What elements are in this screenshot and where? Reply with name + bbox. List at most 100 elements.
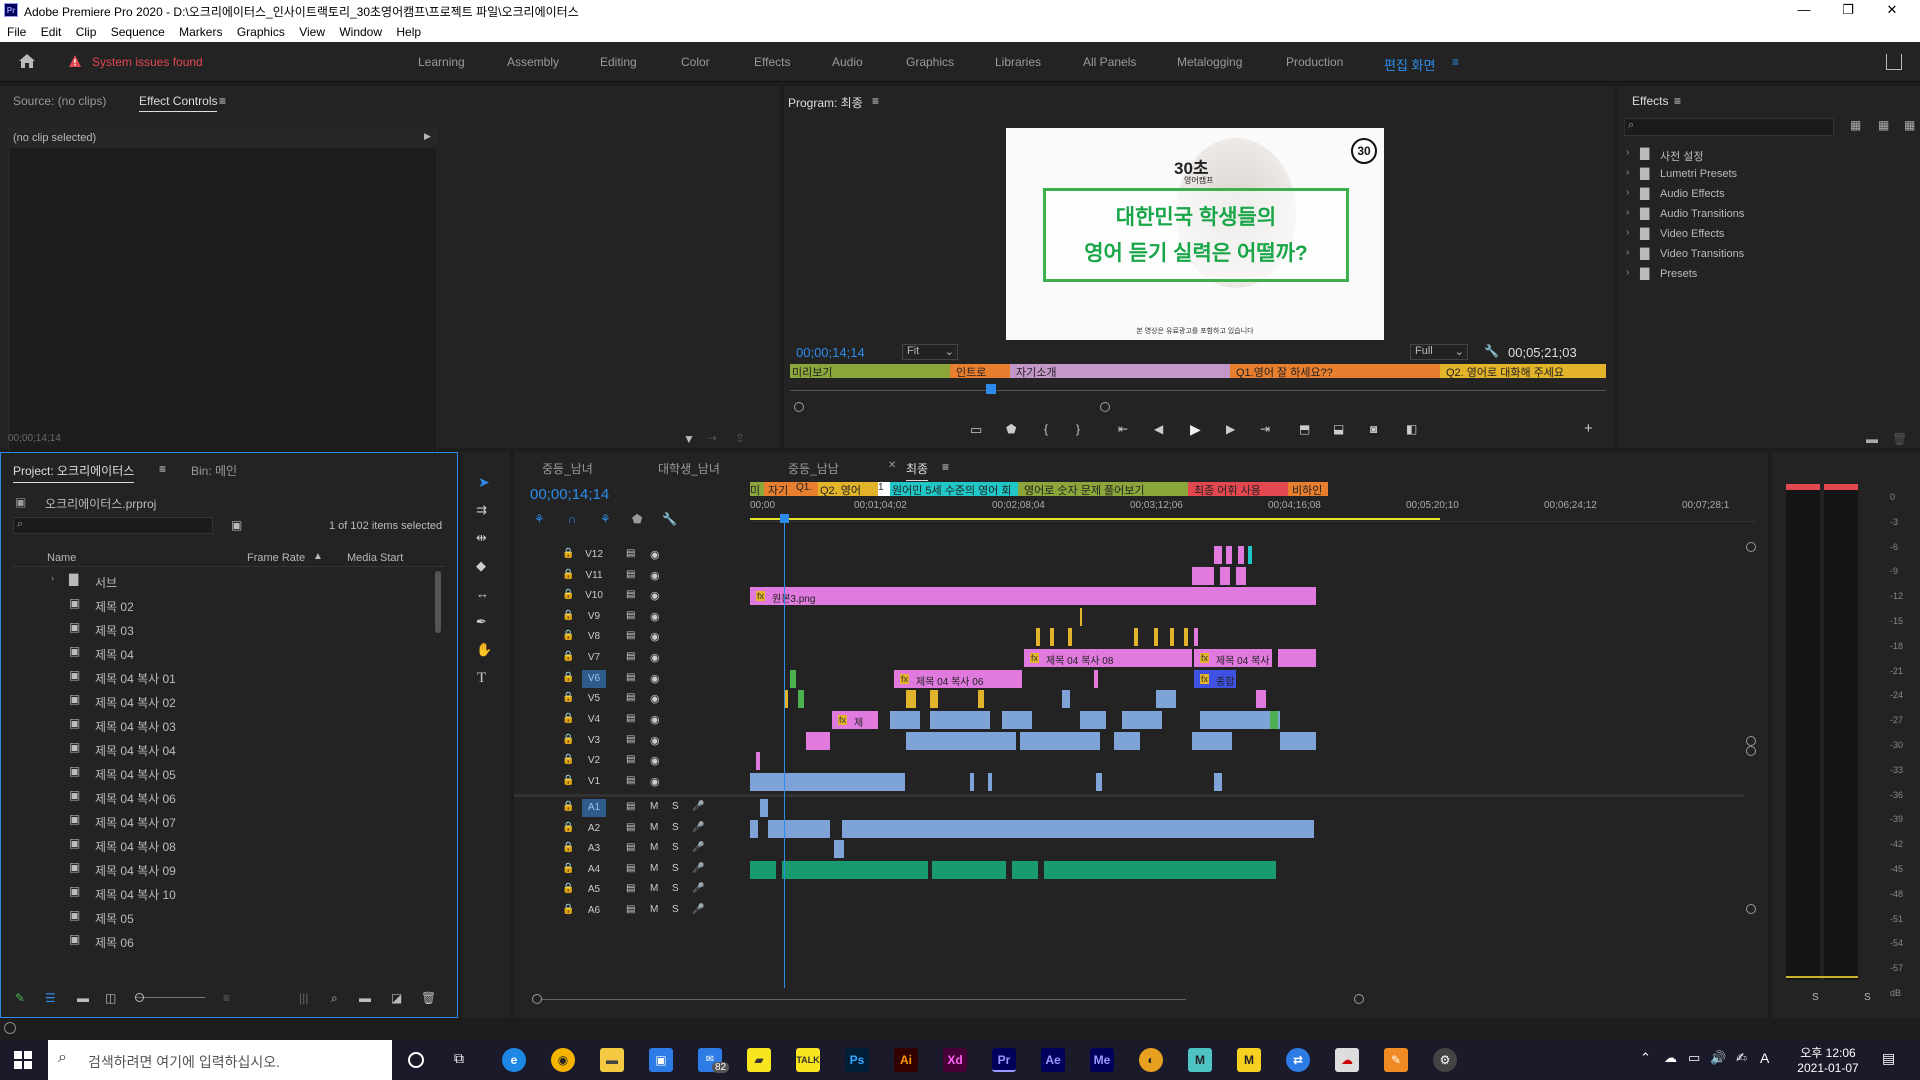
eye-icon[interactable]: ◉ xyxy=(650,589,660,602)
menu-markers[interactable]: Markers xyxy=(179,25,222,39)
share-clip-icon[interactable]: ⇪ xyxy=(735,431,745,445)
track-label[interactable]: V5 xyxy=(582,690,606,708)
ripple-edit-icon[interactable]: ⇹ xyxy=(476,530,487,546)
program-marker[interactable]: 자기소개 xyxy=(1010,364,1230,379)
zoom-slider-handle[interactable] xyxy=(135,993,144,1002)
go-to-out-icon[interactable]: ⇥ xyxy=(1260,422,1270,436)
timeline-clip[interactable] xyxy=(1080,711,1106,729)
app-gear-icon[interactable]: ⚙ xyxy=(1433,1048,1457,1072)
step-forward-icon[interactable]: ▶ xyxy=(1226,422,1235,436)
media-encoder-icon[interactable]: Me xyxy=(1090,1048,1114,1072)
timeline-clip[interactable] xyxy=(1094,670,1098,688)
timeline-clip[interactable] xyxy=(930,690,938,708)
system-issues-link[interactable]: System issues found xyxy=(92,55,203,69)
program-menu-icon[interactable]: ≡ xyxy=(872,94,879,108)
project-item[interactable]: ▣ 제목 04 복사 04 xyxy=(13,739,433,759)
timeline-clip[interactable] xyxy=(1114,732,1140,750)
track-label[interactable]: V1 xyxy=(582,773,606,791)
sync-lock-icon[interactable]: ▤ xyxy=(626,569,635,580)
hand-tool-icon[interactable]: ✋ xyxy=(476,642,492,658)
timeline-scroll-right[interactable] xyxy=(1354,994,1364,1004)
project-item[interactable]: ▣ 제목 06 xyxy=(13,931,433,951)
timeline-clip[interactable] xyxy=(834,840,844,858)
chevron-right-icon[interactable]: › xyxy=(1626,187,1629,198)
timeline-clip[interactable]: fx 제목 04 복사 08 xyxy=(1024,649,1192,667)
menu-file[interactable]: File xyxy=(7,25,26,39)
timeline-clip[interactable] xyxy=(890,711,920,729)
sync-lock-icon[interactable]: ▤ xyxy=(626,713,635,724)
effects-folder[interactable]: › ▇ Lumetri Presets xyxy=(1626,165,1906,183)
zoom-handle-left[interactable] xyxy=(794,402,804,412)
store-icon[interactable]: ▣ xyxy=(649,1048,673,1072)
lock-icon[interactable]: 🔒 xyxy=(562,822,574,833)
sequence-tab-active[interactable]: 최종 xyxy=(906,460,929,481)
expand-arrow-icon[interactable]: ▶ xyxy=(424,131,431,142)
project-search-input[interactable] xyxy=(13,517,213,534)
track-select-icon[interactable]: ⇉ xyxy=(476,502,487,518)
new-bin-icon[interactable]: ▬ xyxy=(1866,432,1878,446)
workspace-tab-all-panels[interactable]: All Panels xyxy=(1083,55,1136,69)
lock-icon[interactable]: 🔒 xyxy=(562,569,574,580)
timeline-clip[interactable] xyxy=(760,799,768,817)
timeline-marker[interactable]: 원어민 5세 수준의 영어 회 xyxy=(890,482,1018,496)
solo-button[interactable]: S xyxy=(672,883,679,894)
track-label[interactable]: V4 xyxy=(582,711,606,729)
effects-folder[interactable]: › ▇ Video Effects xyxy=(1626,225,1906,243)
icon-view-icon[interactable]: ▬ xyxy=(77,991,89,1005)
zoom-handle-right[interactable] xyxy=(1100,402,1110,412)
track-scroll-handle[interactable] xyxy=(1746,542,1756,552)
timeline-clip[interactable] xyxy=(906,690,916,708)
eye-icon[interactable]: ◉ xyxy=(650,672,660,685)
add-marker-icon[interactable]: ⬟ xyxy=(1006,422,1016,436)
effects-menu-icon[interactable]: ≡ xyxy=(1674,94,1681,108)
chevron-right-icon[interactable]: › xyxy=(1626,167,1629,178)
voice-record-icon[interactable]: 🎤 xyxy=(692,842,704,853)
track-label[interactable]: V9 xyxy=(582,608,606,626)
mute-button[interactable]: M xyxy=(650,863,658,874)
workspace-tab-metalogging[interactable]: Metalogging xyxy=(1177,55,1242,69)
track-label[interactable]: V12 xyxy=(582,546,606,564)
timeline-clip[interactable]: fx 제목 04 복사 06 xyxy=(894,670,1022,688)
export-frame-camera-icon[interactable]: ◙ xyxy=(1370,422,1377,436)
lock-icon[interactable]: 🔒 xyxy=(562,842,574,853)
kakaotalk-icon[interactable]: TALK xyxy=(796,1048,820,1072)
timeline-clip[interactable] xyxy=(1044,861,1276,879)
eye-icon[interactable]: ◉ xyxy=(650,569,660,582)
zoom-slider[interactable] xyxy=(135,997,205,998)
effects-folder[interactable]: › ▇ Audio Effects xyxy=(1626,185,1906,203)
timeline-clip[interactable] xyxy=(1220,567,1230,585)
lock-icon[interactable]: 🔒 xyxy=(562,692,574,703)
col-frame-rate[interactable]: Frame Rate xyxy=(247,552,305,564)
sort-asc-icon[interactable]: ▲ xyxy=(313,551,323,562)
m-app-icon[interactable]: M xyxy=(1188,1048,1212,1072)
mute-button[interactable]: M xyxy=(650,842,658,853)
clock-date[interactable]: 2021-01-07 xyxy=(1790,1061,1866,1075)
solo-button[interactable]: S xyxy=(672,904,679,915)
timeline-clip[interactable] xyxy=(1192,732,1232,750)
ime-indicator[interactable]: A xyxy=(1760,1050,1769,1066)
timeline-clip[interactable] xyxy=(1050,628,1054,646)
timeline-clip[interactable] xyxy=(1068,628,1072,646)
sync-lock-icon[interactable]: ▤ xyxy=(626,734,635,745)
eye-icon[interactable]: ◉ xyxy=(650,713,660,726)
after-effects-icon[interactable]: Ae xyxy=(1041,1048,1065,1072)
edge-icon[interactable]: e xyxy=(502,1048,526,1072)
bin-row[interactable]: › ▇ 서브 xyxy=(13,571,433,591)
project-item[interactable]: ▣ 제목 04 복사 06 xyxy=(13,787,433,807)
sync-lock-icon[interactable]: ▤ xyxy=(626,801,635,812)
sequence-tab[interactable]: 중등_남녀 xyxy=(542,460,593,477)
close-button[interactable]: ✕ xyxy=(1872,2,1912,18)
timeline-clip[interactable] xyxy=(1036,628,1040,646)
share-icon[interactable] xyxy=(1886,54,1902,70)
chevron-right-icon[interactable]: › xyxy=(1626,147,1629,158)
lock-icon[interactable]: 🔒 xyxy=(562,651,574,662)
timeline-clip[interactable] xyxy=(842,820,1314,838)
lock-icon[interactable]: 🔒 xyxy=(562,672,574,683)
timeline-clip[interactable] xyxy=(750,773,905,791)
timeline-marker[interactable]: 1 xyxy=(878,482,890,496)
track-label[interactable]: V11 xyxy=(582,567,606,585)
tray-chevron-icon[interactable]: ⌃ xyxy=(1640,1050,1651,1066)
app-pen-icon[interactable]: ✎ xyxy=(1384,1048,1408,1072)
timeline-clip[interactable] xyxy=(930,711,990,729)
timeline-clip[interactable] xyxy=(1020,732,1100,750)
